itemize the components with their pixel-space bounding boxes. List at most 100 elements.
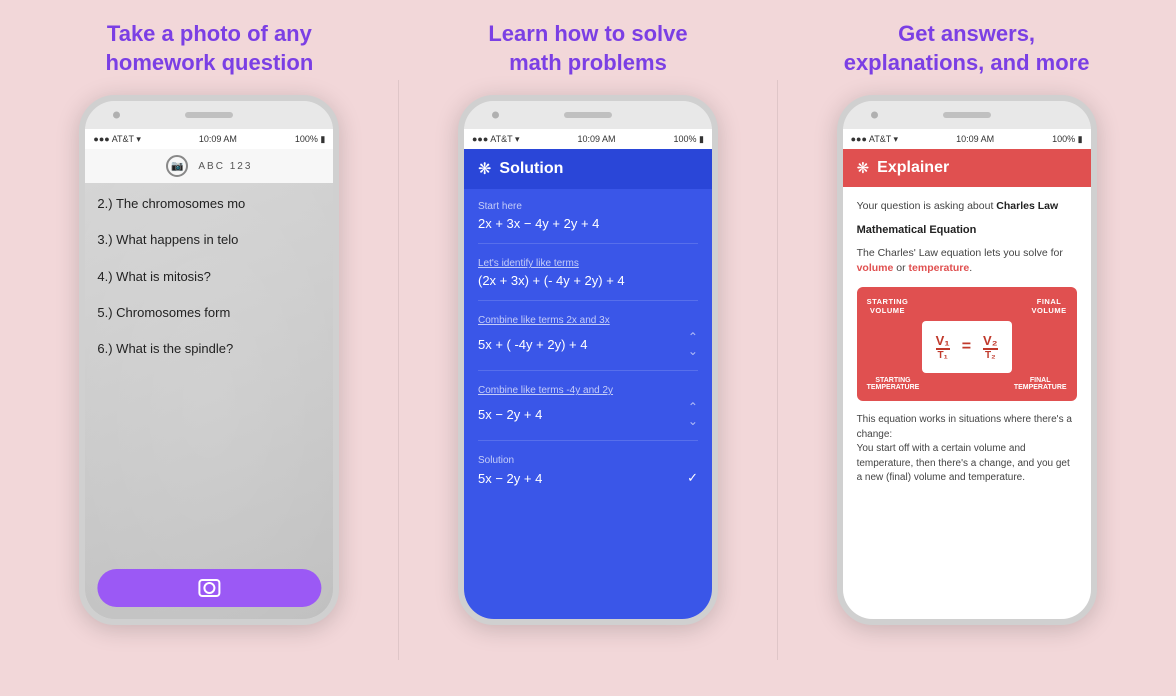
carrier-1: ●●● AT&T ▾ (93, 134, 141, 145)
equals: = (962, 338, 971, 356)
explainer-header: ❋ Explainer (843, 149, 1091, 187)
status-bar-2: ●●● AT&T ▾ 10:09 AM 100% ▮ (464, 129, 712, 149)
explainer-icon: ❋ (857, 159, 870, 177)
solution-body: Start here 2x + 3x − 4y + 2y + 4 Let's i… (464, 189, 712, 619)
step-4-label: Combine like terms -4y and 2y (478, 385, 698, 396)
charles-diagram: STARTINGVOLUME FINALVOLUME V₁ T₁ = (857, 287, 1077, 401)
divider-1 (398, 80, 399, 660)
screen-2: ❋ Solution Start here 2x + 3x − 4y + 2y … (464, 149, 712, 619)
battery-2: 100% ▮ (674, 134, 704, 145)
step-1: Start here 2x + 3x − 4y + 2y + 4 (478, 201, 698, 244)
screen-1: 📷 ABC 123 2.) The chromosomes mo 3.) Wha… (85, 149, 333, 619)
step-3-equation: 5x + ( -4y + 2y) + 4 (478, 337, 587, 352)
battery-1: 100% ▮ (295, 134, 325, 145)
time-3: 10:09 AM (956, 134, 994, 144)
phone-top-1 (85, 101, 333, 129)
camera-button-area (98, 569, 321, 607)
explainer-screen: ❋ Explainer Your question is asking abou… (843, 149, 1091, 619)
capture-button[interactable] (98, 569, 321, 607)
camera-screen: 📷 ABC 123 2.) The chromosomes mo 3.) Wha… (85, 149, 333, 619)
step-4: Combine like terms -4y and 2y 5x − 2y + … (478, 385, 698, 441)
camera-content: 2.) The chromosomes mo 3.) What happens … (85, 183, 333, 619)
panel-3-title: Get answers,explanations, and more (844, 20, 1090, 77)
fraction-1: V₁ T₁ (936, 333, 950, 361)
phone-3: ●●● AT&T ▾ 10:09 AM 100% ▮ ❋ Explainer Y… (837, 95, 1097, 625)
speaker-2 (564, 112, 612, 118)
step-2: Let's identify like terms (2x + 3x) + (-… (478, 258, 698, 301)
explainer-text: The Charles' Law equation lets you solve… (857, 246, 1077, 275)
front-camera-3 (871, 112, 878, 119)
step-1-label: Start here (478, 201, 698, 212)
explainer-intro: Your question is asking about Charles La… (857, 199, 1077, 214)
panel-2: Learn how to solvemath problems ●●● AT&T… (418, 20, 758, 625)
time-2: 10:09 AM (577, 134, 615, 144)
status-bar-1: ●●● AT&T ▾ 10:09 AM 100% ▮ (85, 129, 333, 149)
camera-toolbar-icon: 📷 (166, 155, 188, 177)
diagram-formula: V₁ T₁ = V₂ T₂ (936, 333, 998, 361)
step-3-chevron: ⌃⌄ (688, 330, 698, 358)
t2-denominator: T₂ (983, 348, 997, 361)
diagram-bg: V₁ T₁ = V₂ T₂ (922, 321, 1012, 373)
step-4-row: 5x − 2y + 4 ⌃⌄ (478, 400, 698, 428)
camera-toolbar: 📷 ABC 123 (85, 149, 333, 183)
step-5-equation: 5x − 2y + 4 (478, 471, 542, 486)
panel-1: Take a photo of anyhomework question ●●●… (39, 20, 379, 625)
question-4: 5.) Chromosomes form (97, 304, 321, 322)
capture-icon (198, 579, 220, 597)
speaker-3 (943, 112, 991, 118)
diagram-bottom-labels: STARTINGTEMPERATURE FINALTEMPERATURE (867, 377, 1067, 391)
step-2-label: Let's identify like terms (478, 258, 698, 269)
explainer-body: Your question is asking about Charles La… (843, 187, 1091, 619)
status-bar-3: ●●● AT&T ▾ 10:09 AM 100% ▮ (843, 129, 1091, 149)
label-final-volume: FINALVOLUME (1031, 297, 1066, 315)
label-starting-temp: STARTINGTEMPERATURE (867, 377, 920, 391)
time-1: 10:09 AM (199, 134, 237, 144)
screen-3: ❋ Explainer Your question is asking abou… (843, 149, 1091, 619)
step-3: Combine like terms 2x and 3x 5x + ( -4y … (478, 315, 698, 371)
label-final-temp: FINALTEMPERATURE (1014, 377, 1067, 391)
step-3-label: Combine like terms 2x and 3x (478, 315, 698, 326)
explainer-title: Explainer (877, 159, 949, 177)
camera-toolbar-text: ABC 123 (198, 161, 252, 172)
step-3-row: 5x + ( -4y + 2y) + 4 ⌃⌄ (478, 330, 698, 358)
step-2-equation: (2x + 3x) + (- 4y + 2y) + 4 (478, 273, 698, 288)
front-camera-2 (492, 112, 499, 119)
panel-3: Get answers,explanations, and more ●●● A… (797, 20, 1137, 625)
section-title: Mathematical Equation (857, 224, 1077, 236)
front-camera-1 (113, 112, 120, 119)
solution-icon: ❋ (478, 159, 491, 179)
carrier-3: ●●● AT&T ▾ (851, 134, 899, 145)
label-starting-volume: STARTINGVOLUME (867, 297, 909, 315)
solution-header: ❋ Solution (464, 149, 712, 189)
question-3: 4.) What is mitosis? (97, 268, 321, 286)
battery-3: 100% ▮ (1052, 134, 1082, 145)
step-5-label: Solution (478, 455, 698, 466)
explainer-description: This equation works in situations where … (857, 413, 1077, 486)
carrier-2: ●●● AT&T ▾ (472, 134, 520, 145)
t1-denominator: T₁ (936, 348, 950, 361)
panel-2-title: Learn how to solvemath problems (488, 20, 687, 77)
step-5-row: 5x − 2y + 4 ✓ (478, 470, 698, 486)
step-4-equation: 5x − 2y + 4 (478, 407, 542, 422)
step-4-chevron: ⌃⌄ (688, 400, 698, 428)
diagram-top-labels: STARTINGVOLUME FINALVOLUME (867, 297, 1067, 315)
question-5: 6.) What is the spindle? (97, 340, 321, 358)
main-container: Take a photo of anyhomework question ●●●… (0, 0, 1176, 696)
question-2: 3.) What happens in telo (97, 231, 321, 249)
question-1: 2.) The chromosomes mo (97, 195, 321, 213)
phone-1: ●●● AT&T ▾ 10:09 AM 100% ▮ 📷 ABC 123 2.)… (79, 95, 339, 625)
step-5-check: ✓ (687, 470, 698, 486)
step-1-equation: 2x + 3x − 4y + 2y + 4 (478, 216, 698, 231)
solution-title: Solution (499, 160, 563, 178)
v2-numerator: V₂ (983, 333, 997, 348)
fraction-2: V₂ T₂ (983, 333, 997, 361)
v1-numerator: V₁ (936, 333, 950, 348)
solution-screen: ❋ Solution Start here 2x + 3x − 4y + 2y … (464, 149, 712, 619)
panel-1-title: Take a photo of anyhomework question (105, 20, 313, 77)
phone-2: ●●● AT&T ▾ 10:09 AM 100% ▮ ❋ Solution St… (458, 95, 718, 625)
phone-top-2 (464, 101, 712, 129)
divider-2 (777, 80, 778, 660)
speaker-1 (185, 112, 233, 118)
step-5: Solution 5x − 2y + 4 ✓ (478, 455, 698, 498)
phone-top-3 (843, 101, 1091, 129)
